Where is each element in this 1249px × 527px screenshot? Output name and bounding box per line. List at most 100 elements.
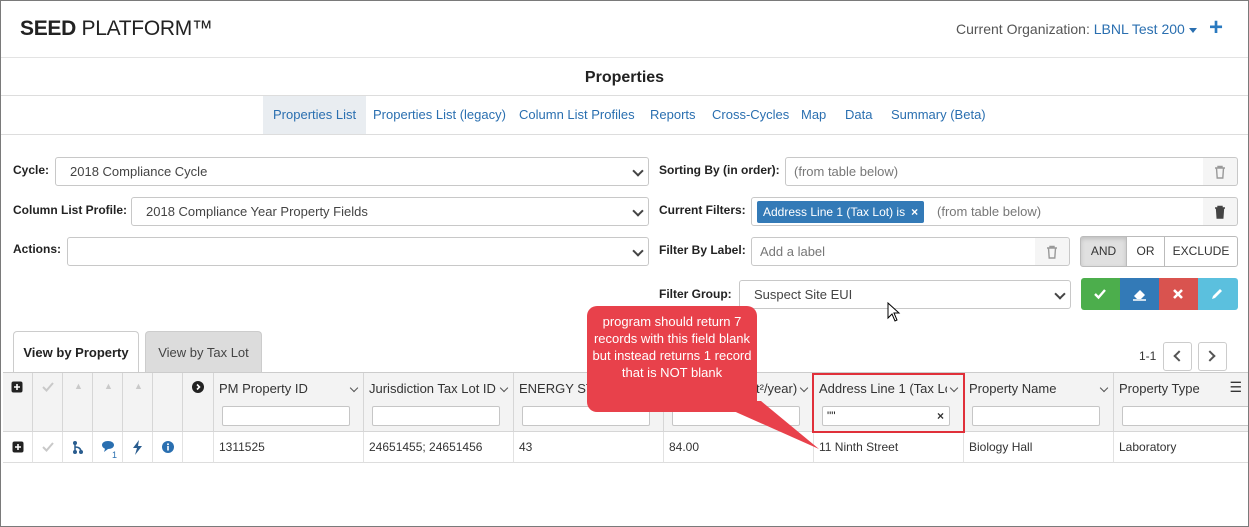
clear-labels-button[interactable] (1035, 237, 1070, 266)
plus-square-icon (12, 441, 23, 453)
check-icon (41, 442, 54, 452)
caret-up-icon: ▲ (104, 381, 113, 391)
chevron-right-icon (1204, 350, 1216, 362)
sitemap-icon (72, 441, 83, 454)
tab-summary-beta[interactable]: Summary (Beta) (881, 96, 996, 134)
column-header-property-name[interactable]: Property Name (964, 373, 1114, 432)
tab-reports[interactable]: Reports (640, 96, 706, 134)
view-by-taxlot-tab[interactable]: View by Tax Lot (145, 331, 262, 373)
filter-input-pm-property-id[interactable] (222, 406, 350, 426)
current-filters-field[interactable]: Address Line 1 (Tax Lot) is × (from table… (751, 197, 1204, 226)
row-lineage-button[interactable] (63, 432, 93, 463)
top-navbar: SEED PLATFORM™ Current Organization: LBN… (1, 1, 1248, 58)
chevron-down-icon[interactable] (799, 383, 809, 393)
select-all-header[interactable] (33, 373, 63, 432)
plus-square-icon (11, 381, 23, 393)
sort-header (153, 373, 183, 432)
column-toggle-header[interactable] (183, 373, 214, 432)
organization-selector[interactable]: Current Organization: LBNL Test 200 (956, 21, 1197, 37)
organization-name[interactable]: LBNL Test 200 (1094, 21, 1185, 37)
filter-by-label-label: Filter By Label: (659, 243, 746, 257)
remove-filter-icon[interactable]: × (911, 205, 918, 219)
tab-properties-list[interactable]: Properties List (263, 96, 367, 134)
filter-group-select[interactable]: Suspect Site EUI (739, 280, 1071, 309)
table-cell (183, 432, 214, 463)
tab-column-list-profiles[interactable]: Column List Profiles (509, 96, 645, 134)
caret-down-icon (1188, 27, 1197, 33)
cell-pm-property-id: 1311525 (214, 432, 364, 463)
column-header-jurisdiction-tax-lot-id[interactable]: Jurisdiction Tax Lot ID (Ta (364, 373, 514, 432)
column-header-pm-property-id[interactable]: PM Property ID (214, 373, 364, 432)
logic-exclude-button[interactable]: EXCLUDE (1164, 236, 1238, 267)
row-meters-button[interactable] (123, 432, 153, 463)
logic-or-button[interactable]: OR (1126, 236, 1165, 267)
view-by-property-tab[interactable]: View by Property (13, 331, 139, 373)
annotation-callout: program should return 7 records with thi… (587, 306, 757, 412)
chevron-left-icon (1173, 350, 1185, 362)
filter-group-label: Filter Group: (659, 287, 732, 301)
filter-input-jurisdiction-tax-lot-id[interactable] (372, 406, 500, 426)
filter-tag[interactable]: Address Line 1 (Tax Lot) is × (757, 201, 925, 223)
chevron-down-icon[interactable] (349, 383, 359, 393)
current-filters-label: Current Filters: (659, 203, 746, 217)
cell-energy-star: 43 (514, 432, 664, 463)
caret-up-icon: ▲ (74, 381, 83, 391)
clear-sorting-button[interactable] (1203, 157, 1238, 186)
cell-property-type: Laboratory (1114, 432, 1248, 463)
expand-all-header[interactable] (3, 373, 33, 432)
check-icon (1094, 289, 1106, 300)
save-filter-group-button[interactable] (1081, 278, 1120, 310)
prev-page-button[interactable] (1163, 342, 1192, 371)
sort-header: ▲ (93, 373, 123, 432)
tab-cross-cycles[interactable]: Cross-Cycles (702, 96, 799, 134)
chevron-down-icon (632, 165, 644, 177)
page-title: Properties (584, 69, 665, 86)
row-select-checkbox[interactable] (33, 432, 63, 463)
sub-navigation: Properties List Properties List (legacy)… (1, 96, 1248, 135)
filter-input-property-name[interactable] (972, 406, 1100, 426)
plus-icon[interactable]: + (1209, 15, 1223, 41)
actions-select[interactable] (67, 237, 649, 266)
column-header-property-type[interactable]: Property Type ☰ (1114, 373, 1248, 432)
row-info-button[interactable] (153, 432, 183, 463)
mouse-cursor-icon (887, 302, 901, 322)
filter-input-property-type[interactable] (1122, 406, 1248, 426)
tab-properties-list-legacy[interactable]: Properties List (legacy) (363, 96, 516, 134)
chevron-down-icon[interactable] (499, 383, 509, 393)
chevron-down-icon (1054, 288, 1066, 300)
logic-and-button[interactable]: AND (1080, 236, 1127, 267)
actions-label: Actions: (13, 242, 61, 256)
filters-placeholder: (from table below) (937, 204, 1042, 219)
next-page-button[interactable] (1198, 342, 1227, 371)
caret-up-icon: ▲ (134, 381, 143, 391)
pencil-icon (1212, 289, 1222, 299)
grid-menu-icon[interactable]: ☰ (1229, 379, 1242, 396)
sort-header: ▲ (63, 373, 93, 432)
brand-logo[interactable]: SEED PLATFORM™ (20, 17, 213, 41)
tab-map[interactable]: Map (791, 96, 836, 134)
expand-row-button[interactable] (3, 432, 33, 463)
highlight-box (812, 373, 965, 433)
close-icon (1173, 289, 1183, 299)
bolt-icon (133, 440, 142, 455)
row-notes-button[interactable]: 1 (93, 432, 123, 463)
chevron-down-icon (632, 205, 644, 217)
cell-address-line-1: 11 Ninth Street (814, 432, 964, 463)
cycle-select[interactable]: 2018 Compliance Cycle (55, 157, 649, 186)
column-list-profile-select[interactable]: 2018 Compliance Year Property Fields (131, 197, 649, 226)
sorting-input[interactable]: (from table below) (785, 157, 1204, 186)
pagination-range: 1-1 (1139, 349, 1157, 363)
cell-property-name: Biology Hall (964, 432, 1114, 463)
rename-filter-group-button[interactable] (1198, 278, 1238, 310)
eraser-icon (1133, 290, 1146, 301)
chevron-down-icon[interactable] (1099, 383, 1109, 393)
info-icon (161, 441, 174, 453)
clear-filter-group-button[interactable] (1120, 278, 1159, 310)
notes-count: 1 (112, 450, 118, 460)
label-filter-input[interactable]: Add a label (751, 237, 1036, 266)
trash-icon (1215, 165, 1225, 179)
chevron-circle-right-icon (192, 381, 204, 393)
delete-filter-group-button[interactable] (1159, 278, 1198, 310)
tab-data[interactable]: Data (835, 96, 882, 134)
clear-filters-button[interactable] (1203, 197, 1238, 226)
